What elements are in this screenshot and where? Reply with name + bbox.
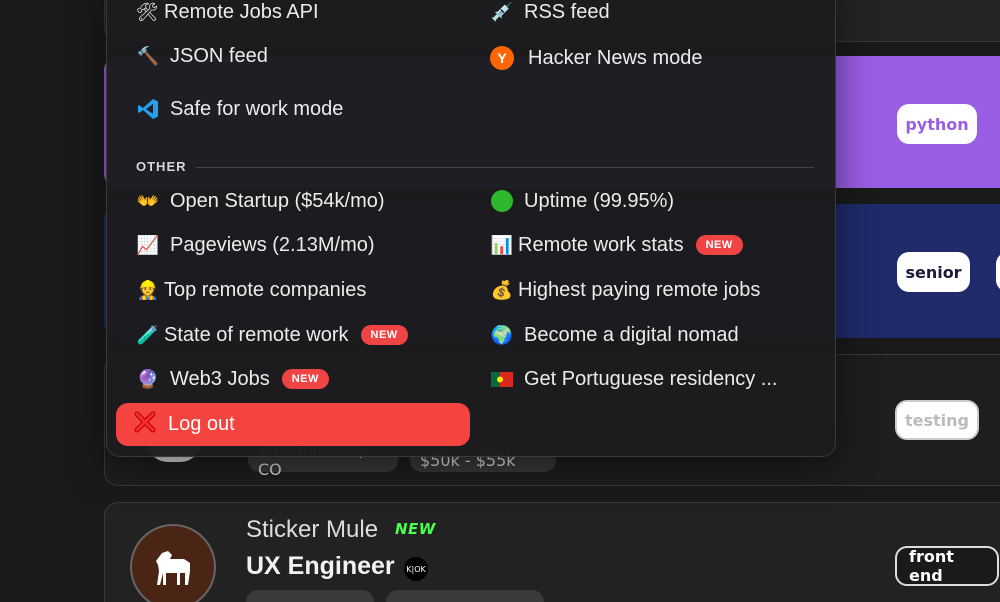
globe-icon: 🌍	[490, 324, 514, 345]
money-bag-icon: 💰	[490, 279, 514, 300]
menu-item-top-remote-companies[interactable]: 👷 Top remote companies	[136, 275, 367, 305]
cross-mark-icon	[134, 411, 156, 439]
section-label-other: OTHER	[136, 159, 187, 174]
test-tube-icon: 🧪	[136, 324, 160, 345]
hacker-news-icon: Y	[490, 46, 514, 70]
syringe-icon: 💉	[490, 1, 514, 22]
menu-item-rss-feed[interactable]: 💉 RSS feed	[490, 0, 610, 27]
menu-item-web3-jobs[interactable]: 🔮 Web3 Jobs NEW	[136, 364, 329, 394]
vscode-icon	[136, 97, 160, 121]
location-chip	[246, 590, 374, 602]
tag-testing[interactable]: testing	[895, 400, 979, 440]
new-pill: NEW	[695, 235, 743, 255]
verified-icon: K|OK	[404, 557, 428, 581]
company-logo-horse	[130, 524, 216, 602]
menu-item-portuguese-residency[interactable]: Get Portuguese residency ...	[490, 364, 777, 394]
menu-item-hacker-news-mode[interactable]: Y Hacker News mode	[490, 43, 703, 73]
menu-item-state-of-remote-work[interactable]: 🧪 State of remote work NEW	[136, 320, 408, 350]
crystal-ball-icon: 🔮	[136, 368, 160, 389]
green-circle-icon	[490, 189, 514, 213]
job-position[interactable]: UX Engineer	[246, 552, 395, 581]
job-card-sticker-mule[interactable]	[104, 502, 1000, 602]
menu-item-pageviews[interactable]: 📈 Pageviews (2.13M/mo)	[136, 230, 375, 260]
open-hands-icon: 👐	[136, 190, 160, 211]
tools-icon: 🛠	[135, 1, 159, 22]
horse-icon	[156, 551, 190, 585]
menu-item-json-feed[interactable]: 🔨 JSON feed	[136, 41, 268, 71]
new-pill: NEW	[360, 325, 408, 345]
logout-button[interactable]: Log out	[116, 403, 470, 446]
menu-item-safe-for-work[interactable]: Safe for work mode	[136, 94, 343, 124]
tag-senior[interactable]: senior	[897, 252, 970, 292]
tag-front-end[interactable]: front end	[895, 546, 999, 586]
menu-item-uptime[interactable]: Uptime (99.95%)	[490, 186, 674, 216]
menu-item-open-startup[interactable]: 👐 Open Startup ($54k/mo)	[136, 186, 385, 216]
salary-chip	[386, 590, 544, 602]
company-name[interactable]: Sticker Mule	[246, 516, 378, 544]
tag-python[interactable]: python	[897, 104, 977, 144]
hammer-icon: 🔨	[136, 45, 160, 66]
construction-worker-icon: 👷	[136, 279, 160, 300]
divider	[196, 167, 814, 168]
portugal-flag-icon	[490, 367, 514, 391]
menu-item-remote-jobs-api[interactable]: 🛠 Remote Jobs API	[136, 0, 319, 27]
chart-increasing-icon: 📈	[136, 234, 160, 255]
menu-item-digital-nomad[interactable]: 🌍 Become a digital nomad	[490, 320, 739, 350]
bar-chart-icon: 📊	[490, 234, 514, 255]
new-pill: NEW	[281, 369, 329, 389]
menu-item-highest-paying[interactable]: 💰 Highest paying remote jobs	[490, 275, 761, 305]
menu-item-remote-work-stats[interactable]: 📊 Remote work stats NEW	[490, 230, 743, 260]
new-badge: NEW	[395, 520, 436, 538]
